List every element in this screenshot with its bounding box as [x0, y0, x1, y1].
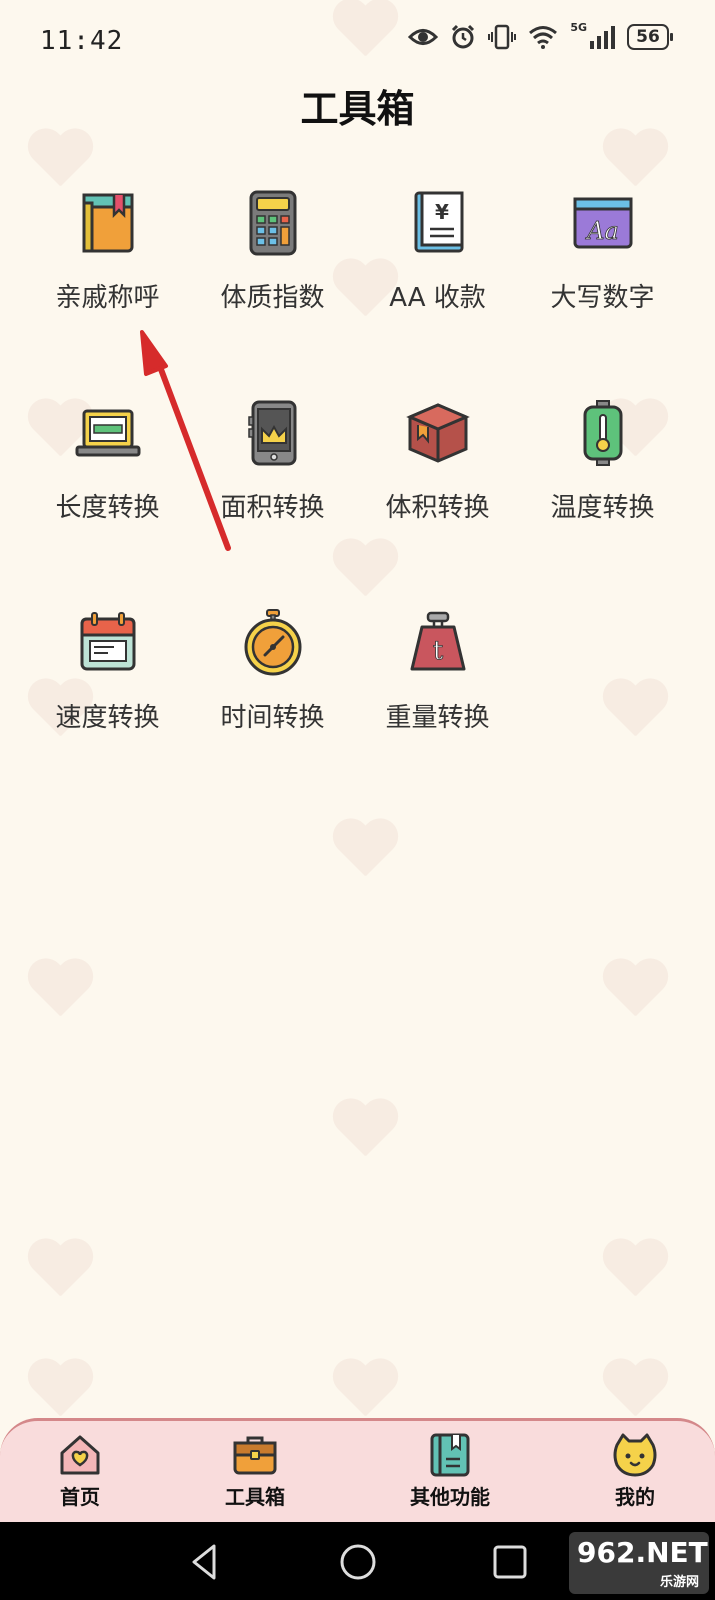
tool-label: 速度转换 [55, 703, 160, 733]
watermark-sub: 乐游网 [659, 1575, 699, 1590]
tool-label: 重量转换 [385, 703, 490, 733]
notebook-icon [430, 1433, 470, 1477]
back-icon[interactable] [184, 1540, 228, 1584]
bottom-tab-bar: 首页 工具箱 其他功能 我的 [0, 1418, 715, 1522]
tab-home[interactable]: 首页 [10, 1431, 150, 1510]
stopwatch-icon [244, 609, 301, 676]
cat-face-icon [613, 1433, 657, 1477]
tool-speed-conversion[interactable]: 速度转换 [25, 595, 190, 734]
tab-label: 首页 [60, 1485, 100, 1509]
tab-label: 其他功能 [410, 1485, 490, 1509]
tab-label: 我的 [615, 1485, 655, 1509]
tool-label: 时间转换 [220, 703, 325, 733]
tab-other-functions[interactable]: 其他功能 [380, 1431, 520, 1510]
calendar-icon [80, 612, 135, 671]
tool-time-conversion[interactable]: 时间转换 [190, 595, 355, 734]
tool-weight-conversion[interactable]: t 重量转换 [355, 595, 520, 734]
svg-text:t: t [432, 636, 443, 666]
toolbox-icon [233, 1436, 277, 1475]
home-circle-icon[interactable] [336, 1540, 380, 1584]
weight-icon: t [410, 611, 465, 671]
watermark-main: 962.NET [577, 1536, 708, 1569]
tab-mine[interactable]: 我的 [565, 1431, 705, 1510]
annotation-arrow [140, 330, 231, 551]
tab-toolbox[interactable]: 工具箱 [185, 1431, 325, 1510]
tab-label: 工具箱 [225, 1485, 285, 1509]
watermark-logo: 962.NET 乐游网 [569, 1532, 709, 1594]
recents-square-icon[interactable] [488, 1540, 532, 1584]
home-heart-icon [60, 1435, 100, 1475]
